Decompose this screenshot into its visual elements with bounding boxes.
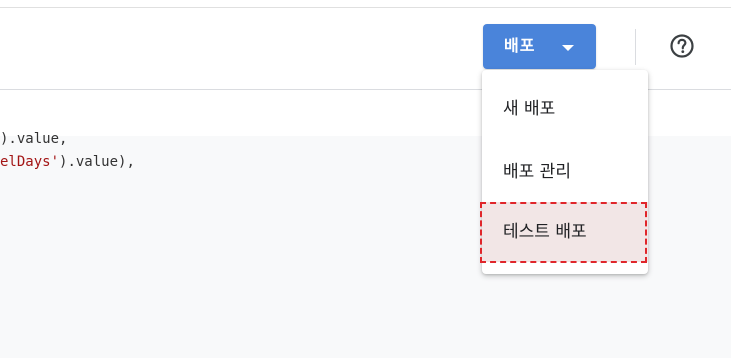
chevron-down-icon xyxy=(562,45,574,51)
code-text: ).value, xyxy=(0,131,68,147)
deploy-dropdown-menu: 새 배포 배포 관리 테스트 배포 xyxy=(482,70,648,274)
code-text: ).value), xyxy=(59,154,135,170)
menu-item-label: 배포 관리 xyxy=(503,162,571,182)
deploy-button[interactable]: 배포 xyxy=(483,24,596,69)
deploy-button-label: 배포 xyxy=(504,36,536,55)
code-line: elDays').value), xyxy=(0,153,135,171)
menu-item-label: 테스트 배포 xyxy=(503,222,587,242)
editor-window: 배포 ).value, elDays').value), 새 배포 배포 관리 … xyxy=(0,0,731,358)
header-vertical-divider xyxy=(635,29,636,65)
help-circle-icon[interactable] xyxy=(669,33,695,59)
menu-item-test-deployments[interactable]: 테스트 배포 xyxy=(482,202,648,262)
menu-item-label: 새 배포 xyxy=(503,99,556,119)
header-divider-top xyxy=(0,7,731,8)
menu-item-new-deployment[interactable]: 새 배포 xyxy=(482,79,648,139)
menu-item-manage-deployments[interactable]: 배포 관리 xyxy=(482,142,648,202)
code-string: elDays' xyxy=(0,154,60,170)
code-line: ).value, xyxy=(0,130,67,148)
